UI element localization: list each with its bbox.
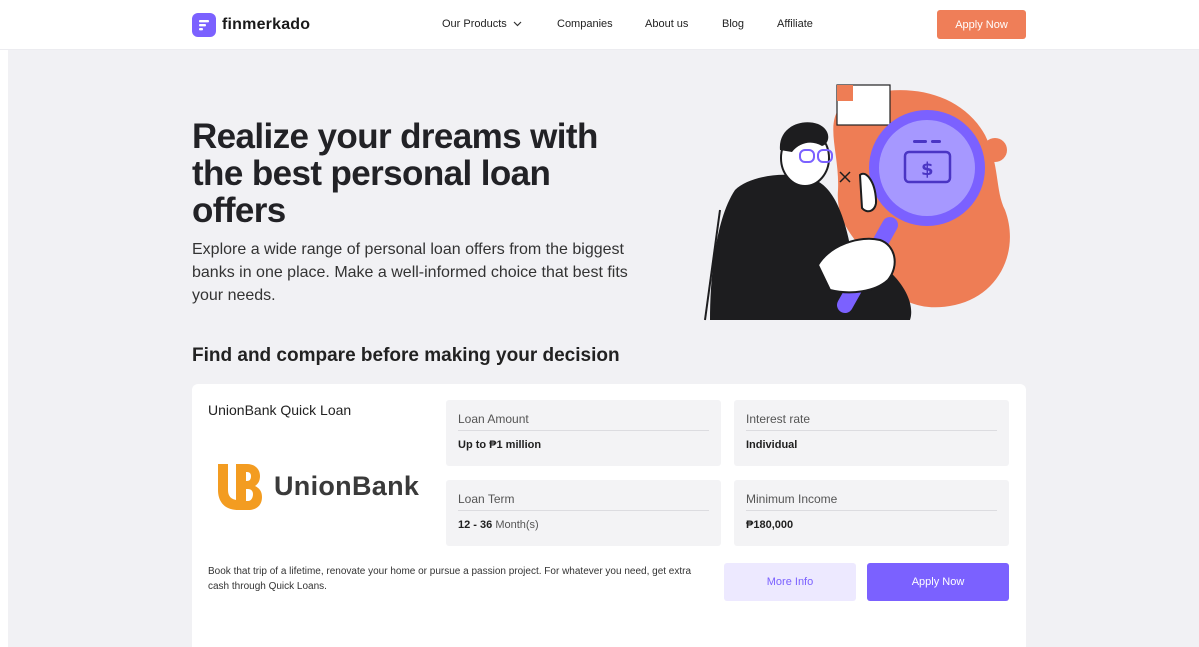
offer-apply-now-button[interactable]: Apply Now: [867, 563, 1009, 601]
hero-subtitle: Explore a wide range of personal loan of…: [192, 241, 628, 304]
brand-logo[interactable]: finmerkado: [192, 13, 310, 37]
loan-term-box: Loan Term 12 - 36 Month(s): [446, 480, 721, 546]
loan-term-label: Loan Term: [458, 492, 709, 511]
hero-title: Realize your dreams with the best person…: [192, 117, 598, 230]
loan-amount-label: Loan Amount: [458, 412, 709, 431]
loan-offer-card: UnionBank Quick Loan UnionBank Loan Amou…: [192, 384, 1026, 647]
loan-term-unit: Month(s): [495, 519, 539, 531]
compare-heading: Find and compare before making your deci…: [192, 345, 620, 366]
bank-name: UnionBank: [274, 470, 420, 501]
nav-our-products[interactable]: Our Products: [442, 18, 522, 30]
nav-our-products-label: Our Products: [442, 18, 507, 30]
site-header: finmerkado Our Products Companies About …: [0, 0, 1199, 50]
nav-companies[interactable]: Companies: [557, 18, 613, 30]
interest-rate-box: Interest rate Individual: [734, 400, 1009, 466]
offer-description: Book that trip of a lifetime, renovate y…: [208, 566, 692, 592]
header-apply-now-button[interactable]: Apply Now: [937, 10, 1026, 39]
brand-name: finmerkado: [222, 16, 311, 33]
nav-about-us[interactable]: About us: [645, 18, 688, 30]
offer-title: UnionBank Quick Loan: [208, 402, 352, 418]
loan-amount-box: Loan Amount Up to ₱1 million: [446, 400, 721, 466]
more-info-button[interactable]: More Info: [724, 563, 856, 601]
unionbank-logo-icon: [218, 464, 262, 510]
nav-blog[interactable]: Blog: [722, 18, 744, 30]
loan-term-value: 12 - 36: [458, 519, 496, 531]
nav-affiliate[interactable]: Affiliate: [777, 18, 813, 30]
interest-rate-value: Individual: [746, 439, 798, 451]
loan-amount-value: Up to ₱1 million: [458, 439, 542, 451]
minimum-income-label: Minimum Income: [746, 492, 997, 511]
loan-term-value-row: 12 - 36 Month(s): [458, 519, 709, 531]
minimum-income-value: ₱180,000: [746, 519, 794, 531]
chevron-down-icon: [513, 18, 522, 30]
finmerkado-logo-icon: [192, 13, 216, 37]
interest-rate-label: Interest rate: [746, 412, 997, 431]
svg-text:$: $: [921, 159, 934, 180]
hero-illustration: $: [700, 80, 1030, 330]
minimum-income-box: Minimum Income ₱180,000: [734, 480, 1009, 546]
unionbank-logo: UnionBank: [216, 460, 419, 512]
